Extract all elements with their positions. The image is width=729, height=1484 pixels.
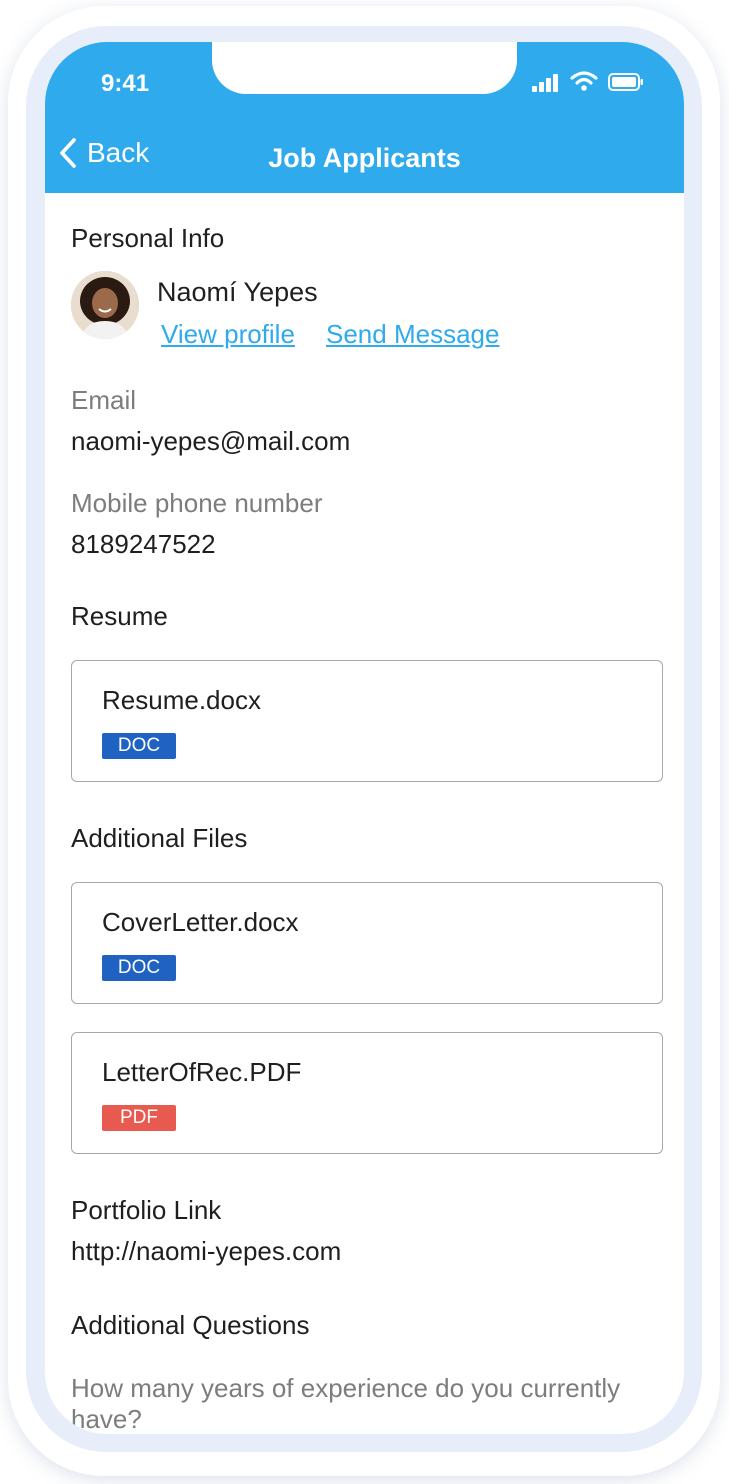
file-type-badge: DOC [102,955,176,981]
phone-label: Mobile phone number [71,488,323,518]
file-name: LetterOfRec.PDF [102,1057,302,1087]
resume-title: Resume [71,601,168,631]
file-type-badge: PDF [102,1105,176,1131]
additional-files-title: Additional Files [71,823,248,853]
file-type-badge: DOC [102,733,176,759]
email-label: Email [71,385,137,415]
screen: 9:41 Back Job Applicants Personal Info N… [45,42,684,1434]
signal-icon [532,74,562,92]
email-value: naomi-yepes@mail.com [71,426,351,456]
wifi-icon [570,71,598,91]
status-icons [522,70,662,96]
portfolio-label: Portfolio Link [71,1195,222,1225]
battery-icon [608,73,643,91]
file-name: CoverLetter.docx [102,907,299,937]
send-message-link[interactable]: Send Message [326,319,499,350]
phone-value: 8189247522 [71,529,216,559]
page-title: Job Applicants [268,143,461,173]
file-name: Resume.docx [102,685,261,715]
device-notch [212,42,517,94]
file-card-letter-of-rec[interactable]: LetterOfRec.PDF PDF [71,1032,663,1154]
question-text: How many years of experience do you curr… [71,1373,621,1434]
applicant-name: Naomí Yepes [157,277,318,307]
additional-questions-title: Additional Questions [71,1310,310,1340]
avatar-image [71,271,139,339]
view-profile-link[interactable]: View profile [161,319,295,350]
avatar[interactable] [71,271,139,339]
personal-info-title: Personal Info [71,223,225,253]
file-card-resume[interactable]: Resume.docx DOC [71,660,663,782]
status-time: 9:41 [101,70,150,97]
portfolio-link[interactable]: http://naomi-yepes.com [71,1236,341,1267]
app-header: 9:41 Back Job Applicants [45,42,684,193]
file-card-cover-letter[interactable]: CoverLetter.docx DOC [71,882,663,1004]
